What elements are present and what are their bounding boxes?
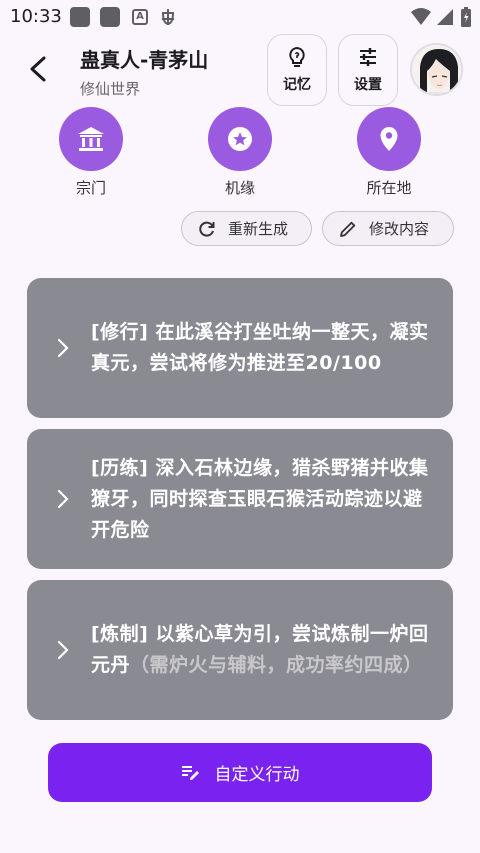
- star-badge-icon: [208, 107, 272, 171]
- edit-content-button[interactable]: 修改内容: [322, 211, 454, 246]
- back-button[interactable]: [22, 52, 56, 86]
- chevron-left-icon: [30, 56, 46, 82]
- status-bar: 10:33 A: [0, 0, 480, 34]
- category-label: 宗门: [75, 179, 106, 197]
- regenerate-label: 重新生成: [228, 220, 289, 238]
- action-card-cultivate[interactable]: [修行] 在此溪谷打坐吐纳一整天，凝实真元，尝试将修为推进至20/100: [27, 278, 453, 418]
- bug-icon: [158, 7, 178, 27]
- settings-button[interactable]: 设置: [338, 34, 398, 106]
- memory-label: 记忆: [283, 77, 311, 93]
- signal-icon: [435, 7, 455, 27]
- category-opportunity[interactable]: 机缘: [190, 107, 290, 198]
- chevron-right-icon: [57, 338, 69, 358]
- action-card-training[interactable]: [历练] 深入石林边缘，猎杀野猪并收集獠牙，同时探查玉眼石猴活动踪迹以避开危险: [27, 429, 453, 569]
- custom-action-label: 自定义行动: [214, 765, 300, 785]
- category-label: 所在地: [366, 179, 412, 197]
- action-text: [炼制] 以紫心草为引，尝试炼制一炉回元丹（需炉火与辅料，成功率约四成）: [91, 623, 429, 676]
- refresh-icon: [199, 221, 215, 237]
- location-pin-icon: [357, 107, 421, 171]
- page-title: 蛊真人-青茅山: [80, 48, 209, 72]
- wifi-icon: [410, 7, 431, 27]
- lightbulb-icon: [289, 46, 305, 67]
- edit-content-label: 修改内容: [369, 220, 430, 238]
- action-text: [历练] 深入石林边缘，猎杀野猪并收集獠牙，同时探查玉眼石猴活动踪迹以避开危险: [91, 456, 429, 541]
- action-text: [修行] 在此溪谷打坐吐纳一整天，凝实真元，尝试将修为推进至20/100: [91, 321, 429, 374]
- temple-icon: [59, 107, 123, 171]
- battery-icon: [460, 7, 480, 27]
- sliders-icon: [360, 48, 376, 66]
- app-square-icon: [70, 7, 90, 27]
- page-subtitle: 修仙世界: [80, 80, 141, 98]
- avatar[interactable]: [410, 43, 463, 96]
- category-label: 机缘: [224, 179, 255, 197]
- action-card-alchemy[interactable]: [炼制] 以紫心草为引，尝试炼制一炉回元丹（需炉火与辅料，成功率约四成）: [27, 580, 453, 720]
- pencil-icon: [340, 221, 356, 237]
- a-box-icon: A: [132, 9, 148, 25]
- edit-note-icon: [181, 765, 199, 780]
- settings-label: 设置: [354, 77, 382, 93]
- app-square-icon: [100, 7, 120, 27]
- status-time: 10:33: [10, 6, 62, 27]
- custom-action-button[interactable]: 自定义行动: [48, 743, 432, 802]
- regenerate-button[interactable]: 重新生成: [181, 211, 312, 246]
- chevron-right-icon: [57, 640, 69, 660]
- avatar-portrait-icon: [412, 45, 461, 94]
- category-location[interactable]: 所在地: [339, 107, 439, 198]
- category-sect[interactable]: 宗门: [41, 107, 141, 198]
- chevron-right-icon: [57, 489, 69, 509]
- memory-button[interactable]: 记忆: [267, 34, 327, 106]
